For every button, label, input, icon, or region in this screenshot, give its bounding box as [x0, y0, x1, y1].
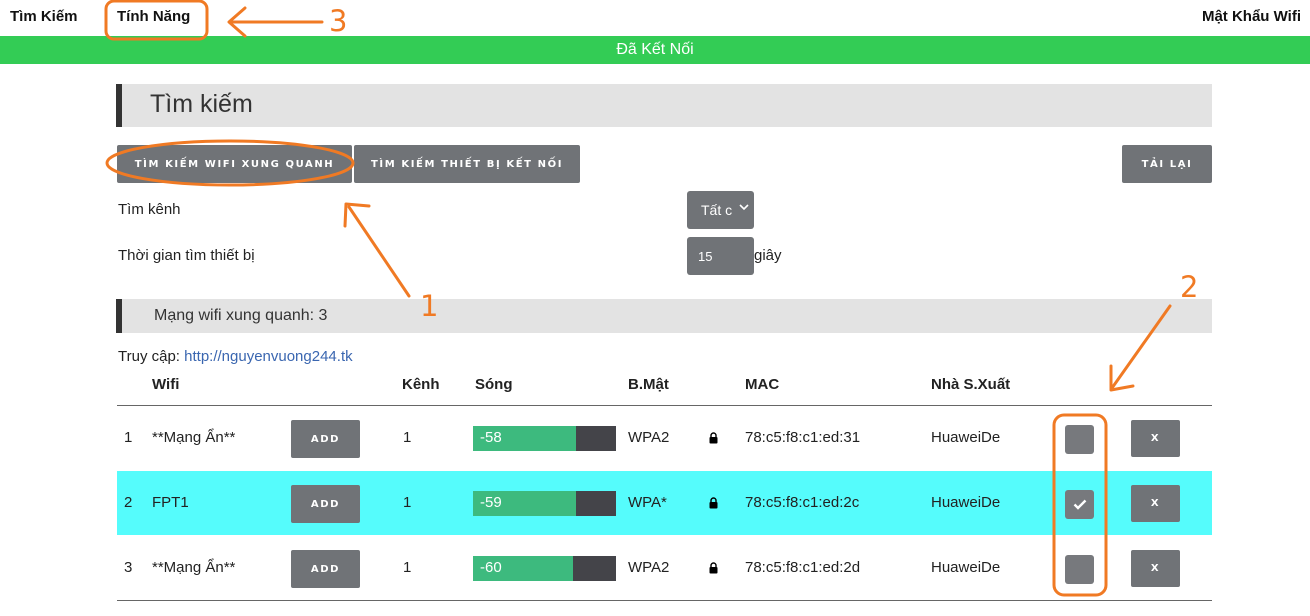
add-wifi-button[interactable]: ADD — [291, 485, 360, 523]
add-wifi-button[interactable]: ADD — [291, 550, 360, 588]
annotation-arrow-3 — [227, 6, 324, 38]
channel-label: Tìm kênh — [118, 201, 181, 218]
lock-icon — [709, 432, 718, 444]
row-channel: 1 — [403, 559, 412, 576]
nav-link-search[interactable]: Tìm Kiếm — [10, 8, 78, 25]
check-icon — [1073, 499, 1086, 510]
table-row: 2 FPT1 ADD 1 -59 WPA* 78:c5:f8:c1:ed:2c HuaweiD… — [117, 471, 1212, 535]
scan-time-label: Thời gian tìm thiết bị — [118, 247, 255, 264]
col-header-security: B.Mật — [628, 376, 669, 393]
search-section-header — [116, 84, 1212, 127]
search-section-title: Tìm kiếm — [150, 90, 253, 118]
row-index: 3 — [124, 559, 133, 576]
col-header-channel: Kênh — [402, 376, 440, 393]
signal-bar: -58 — [473, 426, 616, 451]
row-ssid: **Mạng Ẩn** — [152, 559, 236, 576]
row-vendor: HuaweiDe — [931, 494, 1001, 511]
row-security: WPA2 — [628, 559, 670, 576]
table-row: 3 **Mạng Ẩn** ADD 1 -60 WPA2 78:c5:f8:c1:ed:2d… — [117, 536, 1212, 600]
annotation-number-3: 3 — [329, 4, 348, 38]
nav-link-features[interactable]: Tính Năng — [117, 8, 190, 25]
col-header-mac: MAC — [745, 376, 780, 393]
row-vendor: HuaweiDe — [931, 559, 1001, 576]
annotation-arrow-1 — [343, 202, 411, 298]
row-ssid: FPT1 — [152, 494, 189, 511]
access-label: Truy cập: — [118, 348, 180, 365]
annotation-number-2: 2 — [1180, 270, 1199, 304]
row-index: 1 — [124, 429, 133, 446]
channel-select[interactable]: Tất c — [687, 191, 754, 229]
lock-icon — [709, 497, 718, 509]
annotation-number-1: 1 — [420, 289, 439, 323]
row-security: WPA* — [628, 494, 667, 511]
scan-devices-button[interactable]: Tìm kiếm thiết bị kết nối — [354, 145, 580, 183]
scan-time-input[interactable]: 15 — [687, 237, 754, 275]
row-vendor: HuaweiDe — [931, 429, 1001, 446]
select-checkbox[interactable] — [1065, 555, 1094, 584]
nav-link-wifi-password[interactable]: Mật Khẩu Wifi — [1202, 8, 1301, 25]
remove-wifi-button[interactable]: x — [1131, 420, 1180, 457]
row-mac: 78:c5:f8:c1:ed:2c — [745, 494, 860, 511]
row-index: 2 — [124, 494, 133, 511]
table-row: 1 **Mạng Ẩn** ADD 1 -58 WPA2 78:c5:f8:c1:ed:31… — [117, 406, 1212, 470]
signal-value: -59 — [480, 494, 502, 511]
signal-value: -60 — [480, 559, 502, 576]
chevron-down-icon — [739, 203, 749, 214]
signal-bar: -60 — [473, 556, 616, 581]
connection-status-bar: Đã Kết Nối — [0, 36, 1310, 64]
signal-value: -58 — [480, 429, 502, 446]
reload-button[interactable]: Tải lại — [1122, 145, 1212, 183]
row-mac: 78:c5:f8:c1:ed:2d — [745, 559, 861, 576]
scan-wifi-button[interactable]: Tìm kiếm wifi xung quanh — [117, 145, 352, 183]
add-wifi-button[interactable]: ADD — [291, 420, 360, 458]
scan-time-unit: giây — [754, 247, 782, 264]
row-mac: 78:c5:f8:c1:ed:31 — [745, 429, 861, 446]
remove-wifi-button[interactable]: x — [1131, 550, 1180, 587]
row-channel: 1 — [403, 429, 412, 446]
lock-icon — [709, 562, 718, 574]
col-header-vendor: Nhà S.Xuất — [931, 376, 1011, 393]
select-checkbox[interactable] — [1065, 425, 1094, 454]
access-line: Truy cập: http://nguyenvuong244.tk — [118, 348, 353, 365]
access-link[interactable]: http://nguyenvuong244.tk — [184, 348, 352, 365]
col-header-wifi: Wifi — [152, 376, 180, 393]
table-divider — [117, 600, 1212, 601]
remove-wifi-button[interactable]: x — [1131, 485, 1180, 522]
row-channel: 1 — [403, 494, 412, 511]
row-ssid: **Mạng Ẩn** — [152, 429, 236, 446]
wifi-section-title: Mạng wifi xung quanh: 3 — [154, 307, 328, 324]
signal-bar: -59 — [473, 491, 616, 516]
col-header-signal: Sóng — [475, 376, 513, 393]
channel-select-value: Tất c — [701, 202, 733, 218]
select-checkbox[interactable] — [1065, 490, 1094, 519]
row-security: WPA2 — [628, 429, 670, 446]
